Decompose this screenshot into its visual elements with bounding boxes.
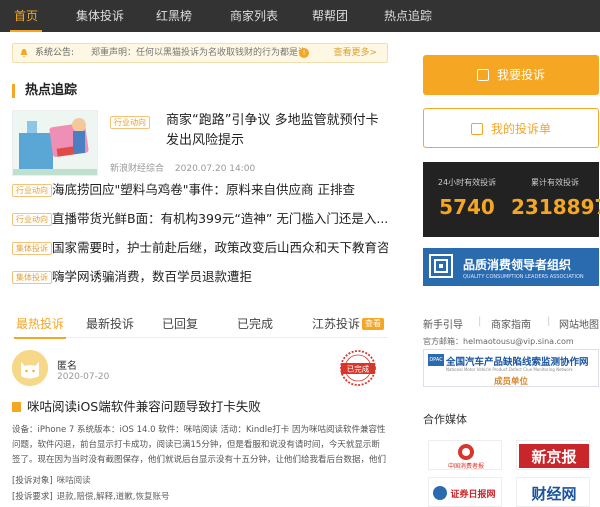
hot-item-tag: 集体投诉 [12,242,52,255]
featured-tag: 行业动向 [110,116,150,129]
tab-hottest[interactable]: 最热投诉 [13,316,67,339]
avatar [12,350,48,386]
file-complaint-button[interactable]: 我要投诉 [423,55,599,95]
banner-subtitle: QUALITY CONSUMPTION LEADERS ASSOCIATION [463,274,584,280]
link-sitemap[interactable]: 网站地图 [559,316,599,331]
edit-icon [476,69,489,81]
securities-daily-logo-icon: 证券日报网 [433,486,496,500]
request-value: 退款,赔偿,解释,道歉,恢复账号 [56,492,170,502]
consumer-news-logo-icon: 中国消费者报 [448,444,484,470]
hot-item-tag: 行业动向 [12,213,52,226]
featured-title[interactable]: 商家“跑路”引争议 多地监管就预付卡发出风险提示 [166,111,386,151]
link-separator: | [478,316,482,327]
promo-title: 全国汽车产品缺陷线索监测协作网 [446,357,589,368]
defect-network-banner[interactable]: DPAC 全国汽车产品缺陷线索监测协作网 National Motor Vehi… [423,349,599,387]
link-merchant-guide[interactable]: 商家指南 [491,316,531,331]
nav-item-home[interactable]: 首页 [9,0,43,32]
poster-name: 匿名 [57,361,77,372]
complaint-target: [投诉对象] 咪咕阅读 [12,475,91,487]
banner-title: 品质消费领导者组织 [463,258,572,272]
hot-list-item[interactable]: 行业动向 直播带货光鲜B面：有机构399元“造神” 无门槛入门还是入... [12,210,388,228]
hot-list-item[interactable]: 行业动向 海底捞回应"塑料乌鸡卷"事件：原料来自供应商 正排查 [12,181,388,199]
hot-item-tag: 行业动向 [12,184,52,197]
stat-24h-label: 24小时有效投诉 [437,178,497,187]
partner-name: 中国消费者报 [448,462,484,470]
stamp-label: 已完成 [347,364,370,374]
partner-name: 证券日报网 [450,488,495,500]
hot-item-title[interactable]: 海底捞回应"塑料乌鸡卷"事件：原料来自供应商 正排查 [52,181,388,199]
footer-links: 新手引导 | 商家指南 | 网站地图 [423,316,599,331]
tab-replied[interactable]: 已回复 [162,316,198,332]
promo-subtitle: National Motor Vehicle Product Defect Cl… [446,367,573,372]
target-value[interactable]: 咪咕阅读 [57,476,91,486]
notice-text[interactable]: 郑重声明：任何以黑猫投诉为名收取钱财的行为都是诈骗 [91,44,303,62]
hot-item-title[interactable]: 直播带货光鲜B面：有机构399元“造神” 无门槛入门还是入... [52,210,388,228]
featured-source: 新浪财经综合 [110,164,165,174]
info-icon: ! [299,48,309,58]
partner-logo-consumer-news[interactable]: 中国消费者报 [428,440,502,470]
target-label: [投诉对象] [12,476,53,486]
complaint-title[interactable]: 咪咕阅读iOS端软件兼容问题导致打卡失败 [12,398,388,416]
caijing-logo-icon: 财经网 [531,485,576,503]
system-notice: 系统公告: 郑重声明：任何以黑猫投诉为名收取钱财的行为都是诈骗 ! 查看更多> [12,43,388,63]
hot-item-title[interactable]: 嗨学网诱骗消费，数百学员退款遭拒 [52,268,388,286]
nav-item-merchant-list[interactable]: 商家列表 [230,0,278,32]
nav-item-group-complaints[interactable]: 集体投诉 [76,0,124,32]
hot-item-title[interactable]: 国家需要时，护士前赴后继，政策改变后山西众和天下教育咨... [52,239,388,257]
cat-avatar-icon [12,350,48,386]
stat-total-value: 2318897 [511,195,600,219]
complaint-body: 设备：iPhone 7 系统版本：iOS 14.0 软件：咪咕阅读 活动：Kin… [12,425,387,465]
partner-logo-beijing-news[interactable]: 新京报 [516,440,590,470]
document-icon [470,123,483,135]
notice-label: 系统公告: [35,48,75,58]
my-complaints-label: 我的投诉单 [490,122,551,136]
beijing-news-logo-icon: 新京报 [519,444,589,468]
tab-jiangsu[interactable]: 江苏投诉 [312,316,360,332]
partner-name: 新京报 [531,448,576,466]
poster-date: 2020-07-20 [57,372,110,382]
tab-latest[interactable]: 最新投诉 [86,316,134,332]
complaint-tabs: 最热投诉 最新投诉 已回复 已完成 江苏投诉 查看 [12,310,388,339]
stats-panel: 24小时有效投诉 5740 累计有效投诉 2318897 [423,162,600,237]
featured-time: 2020.07.20 14:00 [174,164,256,174]
my-complaints-button[interactable]: 我的投诉单 [423,108,599,148]
hot-list-item[interactable]: 集体投诉 国家需要时，护士前赴后继，政策改变后山西众和天下教育咨... [12,239,388,257]
notice-more-link[interactable]: 查看更多> [333,44,377,62]
featured-thumbnail[interactable] [12,110,98,176]
prepaid-card-illustration-icon [13,111,97,175]
official-email: 官方邮箱：helmaotousu@vip.sina.com [423,337,574,346]
stat-total-label: 累计有效投诉 [531,178,579,187]
tab-view-badge[interactable]: 查看 [362,318,384,330]
completed-stamp-icon: 已完成 [340,350,376,386]
complaint-request: [投诉要求] 退款,赔偿,解释,道歉,恢复账号 [12,491,169,503]
nav-item-help-group[interactable]: 帮帮团 [312,0,348,32]
nav-item-red-black-list[interactable]: 红黑榜 [156,0,192,32]
hot-item-tag: 集体投诉 [12,271,52,284]
link-separator: | [547,316,551,327]
dpac-logo: DPAC [428,354,444,366]
partner-name: 财经网 [531,485,576,503]
association-logo-icon [429,254,453,278]
promo-unit: 成员单位 [494,377,529,387]
link-beginner-guide[interactable]: 新手引导 [423,316,463,331]
featured-meta: 新浪财经综合 2020.07.20 14:00 [110,161,263,174]
partner-logo-securities-daily[interactable]: 证券日报网 [428,477,502,507]
top-nav: 首页 集体投诉 红黑榜 商家列表 帮帮团 热点追踪 [0,0,600,32]
hot-list-item[interactable]: 集体投诉 嗨学网诱骗消费，数百学员退款遭拒 [12,268,388,286]
nav-item-hot-tracking[interactable]: 热点追踪 [384,0,432,32]
tab-completed[interactable]: 已完成 [237,316,273,332]
partner-logo-caijing[interactable]: 财经网 [516,477,590,507]
quality-leaders-banner[interactable]: 品质消费领导者组织 QUALITY CONSUMPTION LEADERS AS… [423,248,599,286]
file-complaint-label: 我要投诉 [496,68,545,82]
stat-24h-value: 5740 [439,195,495,219]
bell-icon [20,49,28,58]
request-label: [投诉要求] [12,492,53,502]
partner-media-title: 合作媒体 [423,413,467,426]
section-title-hot: 热点追踪 [12,84,77,98]
